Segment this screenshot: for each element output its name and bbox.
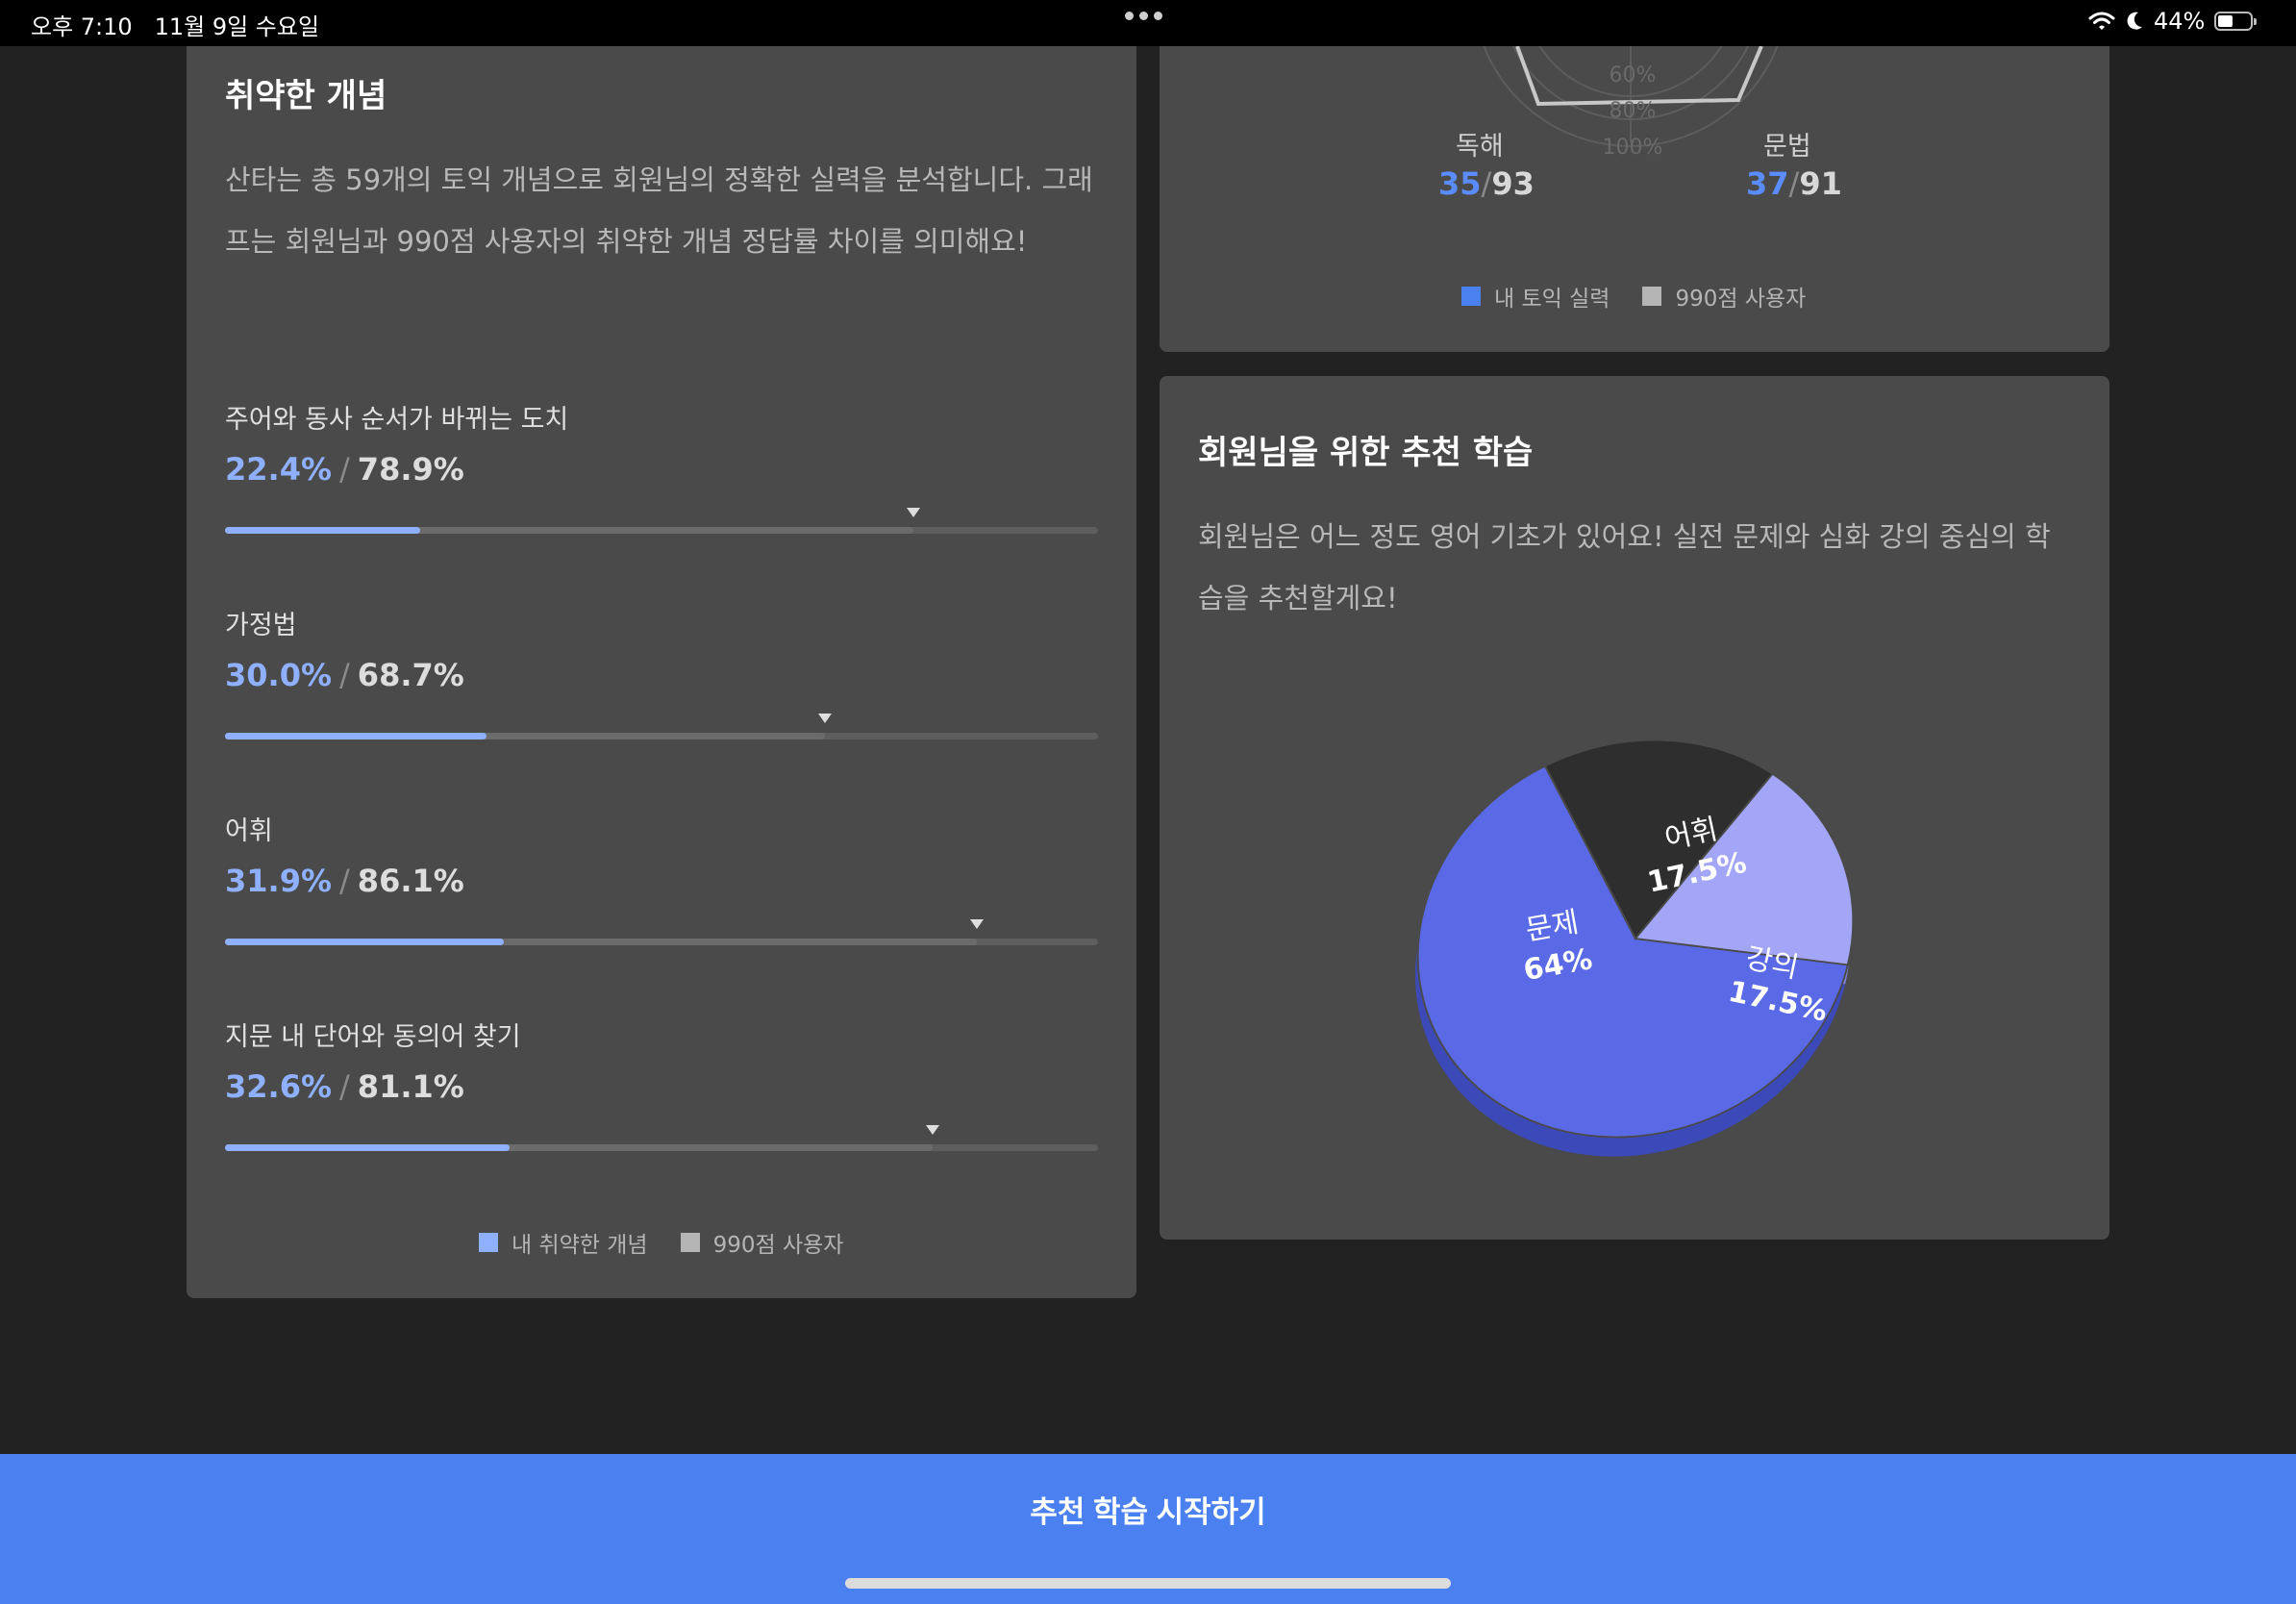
concept-separator: / bbox=[339, 451, 350, 488]
concept-values: 30.0%/68.7% bbox=[225, 657, 464, 693]
radar-grammar-total: 91 bbox=[1799, 165, 1842, 202]
concept-progress-track bbox=[225, 508, 1098, 534]
radar-ring-100: 100% bbox=[1603, 136, 1663, 160]
radar-axis-grammar: 문법 bbox=[1763, 132, 1811, 162]
concept-name: 주어와 동사 순서가 바뀌는 도치 bbox=[225, 405, 569, 435]
recommended-study-description: 회원님은 어느 정도 영어 기초가 있어요! 실전 문제와 심화 강의 중심의 … bbox=[1198, 520, 2051, 614]
concept-values: 31.9%/86.1% bbox=[225, 863, 464, 899]
concept-top-marker-icon bbox=[926, 1125, 940, 1135]
concept-my-rate: 22.4% bbox=[225, 451, 333, 488]
status-date: 11월 9일 수요일 bbox=[154, 13, 320, 40]
status-clock: 오후 7:10 bbox=[31, 13, 133, 40]
moon-icon bbox=[2127, 12, 2142, 30]
concept-separator: / bbox=[339, 1068, 350, 1105]
radar-grammar-mine: 37 bbox=[1746, 165, 1789, 202]
concept-separator: / bbox=[339, 863, 350, 899]
concept-top-marker-icon bbox=[969, 919, 984, 929]
concept-my-rate: 30.0% bbox=[225, 657, 333, 693]
concept-my-rate: 31.9% bbox=[225, 863, 333, 899]
multitasking-dots[interactable] bbox=[1125, 12, 1162, 20]
concept-separator: / bbox=[339, 657, 350, 693]
weak-concepts-card: 취약한 개념 산타는 총 59개의 토익 개념으로 회원님의 정확한 실력을 분… bbox=[187, 46, 1136, 1298]
concept-top-rate: 86.1% bbox=[357, 863, 464, 899]
concept-name: 가정법 bbox=[225, 611, 297, 640]
weak-concepts-title: 취약한 개념 bbox=[225, 77, 387, 115]
concept-my-bar bbox=[225, 939, 504, 945]
concept-my-rate: 32.6% bbox=[225, 1068, 333, 1105]
concept-top-rate: 81.1% bbox=[357, 1068, 464, 1105]
concept-top-marker-icon bbox=[817, 714, 832, 723]
legend-top-user: 990점 사용자 bbox=[712, 1233, 844, 1258]
concept-progress-track bbox=[225, 714, 1098, 739]
concept-name: 지문 내 단어와 동의어 찾기 bbox=[225, 1022, 521, 1052]
radar-score-grammar: 37/91 bbox=[1746, 165, 1842, 202]
concept-top-rate: 68.7% bbox=[357, 657, 464, 693]
study-pie-chart: 문제 64% 어휘 17.5% 강의 17.5% bbox=[1415, 739, 1855, 1157]
radar-ring-80: 80% bbox=[1610, 99, 1657, 123]
battery-icon bbox=[2214, 12, 2258, 31]
concept-values: 32.6%/81.1% bbox=[225, 1068, 464, 1105]
toeic-skill-card: 60% 80% 100% 독해 35/93 문법 37/91 내 토익 실력 9… bbox=[1160, 46, 2109, 352]
status-bar bbox=[0, 0, 2296, 46]
concept-progress-track bbox=[225, 919, 1098, 945]
status-indicators: 44% bbox=[2088, 8, 2258, 35]
radar-ring-60: 60% bbox=[1610, 63, 1657, 88]
legend-my-weak: 내 취약한 개념 bbox=[512, 1233, 648, 1258]
weak-concepts-description: 산타는 총 59개의 토익 개념으로 회원님의 정확한 실력을 분석합니다. 그… bbox=[225, 163, 1093, 258]
legend-top-user: 990점 사용자 bbox=[1675, 287, 1807, 312]
radar-reading-total: 93 bbox=[1491, 165, 1535, 202]
concept-name: 어휘 bbox=[225, 816, 273, 846]
weak-concepts-legend: 내 취약한 개념 990점 사용자 bbox=[479, 1226, 876, 1259]
status-time: 오후 7:10 11월 9일 수요일 bbox=[31, 8, 319, 41]
radar-score-reading: 35/93 bbox=[1438, 165, 1535, 202]
home-indicator[interactable] bbox=[845, 1578, 1451, 1589]
legend-my-skill: 내 토익 실력 bbox=[1494, 287, 1610, 312]
concept-my-bar bbox=[225, 527, 421, 534]
concept-my-bar bbox=[225, 1144, 510, 1151]
radar-reading-mine: 35 bbox=[1438, 165, 1482, 202]
radar-axis-reading: 독해 bbox=[1456, 132, 1504, 162]
battery-percentage: 44% bbox=[2154, 8, 2206, 35]
concept-top-rate: 78.9% bbox=[357, 451, 464, 488]
concept-progress-track bbox=[225, 1125, 1098, 1151]
concept-top-marker-icon bbox=[907, 508, 921, 517]
start-study-label: 추천 학습 시작하기 bbox=[1030, 1495, 1266, 1529]
radar-legend: 내 토익 실력 990점 사용자 bbox=[1461, 280, 1838, 313]
recommended-study-card: 회원님을 위한 추천 학습 회원님은 어느 정도 영어 기초가 있어요! 실전 … bbox=[1160, 376, 2109, 1240]
recommended-study-title: 회원님을 위한 추천 학습 bbox=[1198, 434, 1534, 472]
wifi-icon bbox=[2088, 12, 2115, 30]
concept-my-bar bbox=[225, 733, 487, 739]
concept-values: 22.4%/78.9% bbox=[225, 451, 464, 488]
